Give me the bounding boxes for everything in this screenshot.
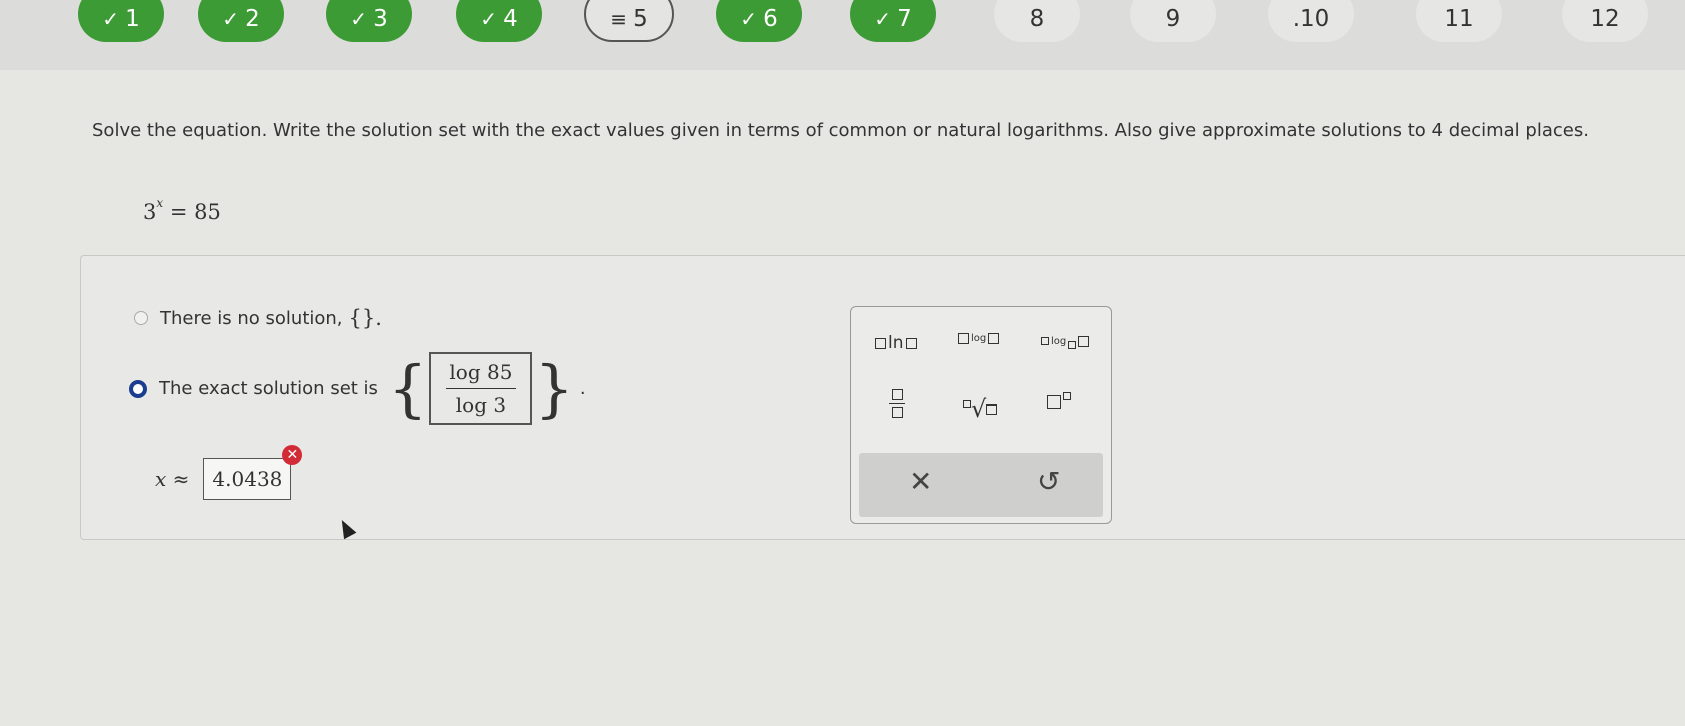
palette-actions: ✕ ↺ <box>859 453 1103 517</box>
undo-button[interactable]: ↺ <box>1037 465 1060 498</box>
placeholder-box <box>891 389 903 400</box>
placeholder-box <box>905 337 917 349</box>
check-icon: ✓ <box>350 7 368 31</box>
option-no-solution[interactable]: There is no solution, {}. <box>134 306 382 330</box>
check-icon: ✓ <box>740 7 758 31</box>
fraction-line <box>889 403 905 404</box>
question-11-button[interactable]: 11 <box>1416 0 1502 42</box>
ln-button[interactable]: ln <box>875 333 917 353</box>
radical-icon: √ <box>971 395 987 423</box>
equals-icon: ≡ <box>610 7 628 31</box>
placeholder-box <box>1047 395 1061 409</box>
check-icon: ✓ <box>480 7 498 31</box>
exponent-button[interactable] <box>1047 392 1071 409</box>
radio-no-solution[interactable] <box>134 311 148 325</box>
clear-button[interactable]: ✕ <box>909 465 932 498</box>
placeholder-box <box>988 333 1000 344</box>
placeholder-box <box>986 403 998 415</box>
math-palette: ln log log √ ✕ ↺ <box>850 306 1112 524</box>
equation: 3x = 85 <box>143 196 221 224</box>
placeholder-box <box>891 407 903 418</box>
right-brace: } <box>534 351 574 425</box>
question-5-button[interactable]: ≡ 5 <box>584 0 674 42</box>
question-6-button[interactable]: ✓ 6 <box>716 0 802 42</box>
approx-row: x ≈ 4.0438 ✕ <box>155 445 303 500</box>
log-button[interactable]: log <box>958 333 1000 344</box>
question-12-button[interactable]: 12 <box>1562 0 1648 42</box>
check-icon: ✓ <box>874 7 892 31</box>
fraction-button[interactable] <box>889 389 905 418</box>
question-2-button[interactable]: ✓ 2 <box>198 0 284 42</box>
question-9-button[interactable]: 9 <box>1130 0 1216 42</box>
question-1-button[interactable]: ✓ 1 <box>78 0 164 42</box>
question-7-button[interactable]: ✓ 7 <box>850 0 936 42</box>
left-brace: { <box>387 351 428 425</box>
nth-root-button[interactable]: √ <box>963 395 998 423</box>
approx-answer-input[interactable]: 4.0438 ✕ <box>203 445 303 500</box>
question-instruction: Solve the equation. Write the solution s… <box>92 120 1589 141</box>
placeholder-box <box>958 333 969 344</box>
log-base-button[interactable]: log <box>1041 333 1090 349</box>
placeholder-box <box>1041 337 1049 345</box>
radio-exact-solution[interactable] <box>129 379 147 398</box>
question-4-button[interactable]: ✓ 4 <box>456 0 542 42</box>
option-exact-solution[interactable]: The exact solution set is { log 85 log 3… <box>129 352 586 425</box>
placeholder-box <box>1078 335 1090 347</box>
check-icon: ✓ <box>222 7 240 31</box>
question-8-button[interactable]: 8 <box>994 0 1080 42</box>
placeholder-box <box>1063 392 1071 400</box>
placeholder-box <box>963 400 971 408</box>
check-icon: ✓ <box>102 7 120 31</box>
question-3-button[interactable]: ✓ 3 <box>326 0 412 42</box>
question-nav: ✓ 1 ✓ 2 ✓ 3 ✓ 4 ≡ 5 ✓ 6 ✓ 7 8 9 .10 11 12 <box>0 0 1685 70</box>
question-10-button[interactable]: .10 <box>1268 0 1354 42</box>
placeholder-box <box>875 337 886 349</box>
exact-answer-input[interactable]: log 85 log 3 <box>429 352 533 425</box>
placeholder-box <box>1068 341 1077 349</box>
